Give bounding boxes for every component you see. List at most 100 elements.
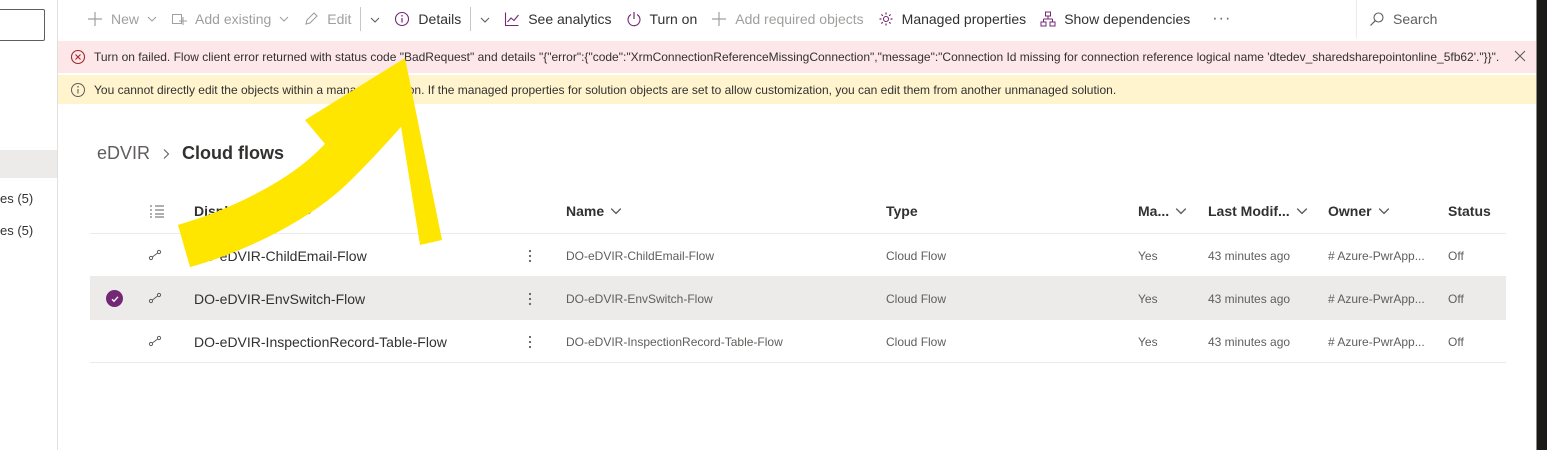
select-all-list-icon[interactable] <box>149 203 165 219</box>
column-label: Name <box>566 203 605 219</box>
table-row[interactable]: DO-eDVIR-ChildEmail-Flow DO-eDVIR-ChildE… <box>90 234 1506 277</box>
row-last-modified: 43 minutes ago <box>1208 334 1291 349</box>
row-owner: # Azure-PwrApp... <box>1328 334 1425 349</box>
add-existing-icon <box>171 11 188 27</box>
row-owner: # Azure-PwrApp... <box>1328 248 1425 263</box>
show-dependencies-button[interactable]: Show dependencies <box>1033 0 1197 38</box>
pencil-icon <box>303 11 319 27</box>
close-icon[interactable] <box>1513 49 1527 63</box>
left-nav-item[interactable]: es (5) <box>0 191 33 206</box>
row-managed: Yes <box>1138 291 1158 306</box>
column-label: Ma... <box>1138 203 1170 219</box>
chevron-down-icon <box>480 14 490 24</box>
details-label: Details <box>418 11 462 27</box>
new-label: New <box>111 11 140 27</box>
row-last-modified: 43 minutes ago <box>1208 248 1291 263</box>
row-type: Cloud Flow <box>886 248 947 263</box>
grid-header: Display name ↑ Name Type Ma... Last Modi… <box>90 190 1506 234</box>
left-nav-item[interactable]: es (5) <box>0 223 33 238</box>
breadcrumb-root-link[interactable]: eDVIR <box>97 143 150 164</box>
column-label: Owner <box>1328 203 1372 219</box>
toolbar-divider <box>470 7 472 31</box>
see-analytics-label: See analytics <box>528 11 612 27</box>
flow-icon <box>148 291 162 305</box>
row-last-modified: 43 minutes ago <box>1208 291 1291 306</box>
chevron-down-icon <box>610 205 622 217</box>
search-input[interactable]: Search <box>1356 0 1536 38</box>
search-icon <box>1369 11 1385 27</box>
more-commands-button[interactable]: ··· <box>1205 0 1238 38</box>
left-nav-selected-item[interactable] <box>0 150 57 178</box>
more-vertical-icon[interactable] <box>526 290 534 308</box>
add-required-objects-label: Add required objects <box>735 11 864 27</box>
chevron-down-icon <box>1296 205 1308 217</box>
more-vertical-icon[interactable] <box>526 333 534 351</box>
more-options-dropdown[interactable] <box>363 0 387 38</box>
column-label: Display name <box>194 203 285 219</box>
chevron-down-icon <box>147 14 157 24</box>
column-header-type[interactable]: Type <box>886 203 918 219</box>
row-checkmark-icon[interactable] <box>106 290 123 307</box>
managed-properties-label: Managed properties <box>901 11 1027 27</box>
column-header-managed[interactable]: Ma... <box>1138 203 1187 219</box>
analytics-icon <box>504 11 520 27</box>
turn-on-label: Turn on <box>649 11 698 27</box>
column-header-display-name[interactable]: Display name ↑ <box>194 203 315 219</box>
row-name: DO-eDVIR-EnvSwitch-Flow <box>566 291 713 306</box>
row-display-name-link[interactable]: DO-eDVIR-ChildEmail-Flow <box>194 234 367 277</box>
table-row[interactable]: DO-eDVIR-EnvSwitch-Flow DO-eDVIR-EnvSwit… <box>90 277 1506 320</box>
row-display-name-link[interactable]: DO-eDVIR-InspectionRecord-Table-Flow <box>194 320 447 363</box>
column-label: Type <box>886 203 918 219</box>
row-managed: Yes <box>1138 334 1158 349</box>
column-header-last-modified[interactable]: Last Modif... <box>1208 203 1308 219</box>
chevron-down-icon <box>303 205 315 217</box>
command-bar: New Add existing Edit Details See analyt… <box>58 0 1537 38</box>
chevron-down-icon <box>370 14 380 24</box>
flow-icon <box>148 334 162 348</box>
add-required-objects-button[interactable]: Add required objects <box>704 0 870 38</box>
info-icon <box>394 11 410 27</box>
row-type: Cloud Flow <box>886 334 947 349</box>
error-message-text: Turn on failed. Flow client error return… <box>94 50 1500 64</box>
managed-properties-button[interactable]: Managed properties <box>871 0 1034 38</box>
table-row[interactable]: DO-eDVIR-InspectionRecord-Table-Flow DO-… <box>90 320 1506 363</box>
row-status: Off <box>1448 291 1464 306</box>
breadcrumb: eDVIR Cloud flows <box>97 143 284 164</box>
details-dropdown[interactable] <box>473 0 497 38</box>
add-existing-label: Add existing <box>195 11 272 27</box>
error-message-bar: Turn on failed. Flow client error return… <box>58 41 1537 73</box>
error-circle-icon <box>70 49 86 65</box>
warning-message-text: You cannot directly edit the objects wit… <box>94 82 1117 97</box>
edit-button[interactable]: Edit <box>296 0 358 38</box>
row-status: Off <box>1448 248 1464 263</box>
new-button[interactable]: New <box>80 0 164 38</box>
column-header-name[interactable]: Name <box>566 203 622 219</box>
more-vertical-icon[interactable] <box>526 247 534 265</box>
column-header-status[interactable]: Status <box>1448 203 1491 219</box>
details-button[interactable]: Details <box>387 0 468 38</box>
row-owner: # Azure-PwrApp... <box>1328 291 1425 306</box>
gear-icon <box>878 11 894 27</box>
chevron-down-icon <box>1175 205 1187 217</box>
see-analytics-button[interactable]: See analytics <box>497 0 618 38</box>
row-type: Cloud Flow <box>886 291 947 306</box>
page-title: Cloud flows <box>182 143 285 163</box>
chevron-down-icon <box>1378 205 1390 217</box>
chevron-right-icon <box>160 148 172 160</box>
cloud-flows-grid: Display name ↑ Name Type Ma... Last Modi… <box>90 190 1506 363</box>
column-label: Last Modif... <box>1208 203 1290 219</box>
row-status: Off <box>1448 334 1464 349</box>
flow-icon <box>148 248 162 262</box>
warning-message-bar: You cannot directly edit the objects wit… <box>58 75 1537 104</box>
left-nav-panel: es (5) es (5) <box>0 0 58 450</box>
column-header-owner[interactable]: Owner <box>1328 203 1390 219</box>
left-search-box[interactable] <box>0 9 45 41</box>
row-name: DO-eDVIR-InspectionRecord-Table-Flow <box>566 334 783 349</box>
turn-on-button[interactable]: Turn on <box>619 0 705 38</box>
add-existing-button[interactable]: Add existing <box>164 0 296 38</box>
show-dependencies-label: Show dependencies <box>1064 11 1191 27</box>
row-name: DO-eDVIR-ChildEmail-Flow <box>566 248 715 263</box>
info-icon <box>70 82 86 98</box>
row-display-name-link[interactable]: DO-eDVIR-EnvSwitch-Flow <box>194 277 365 320</box>
window-edge-dark <box>1537 0 1547 450</box>
